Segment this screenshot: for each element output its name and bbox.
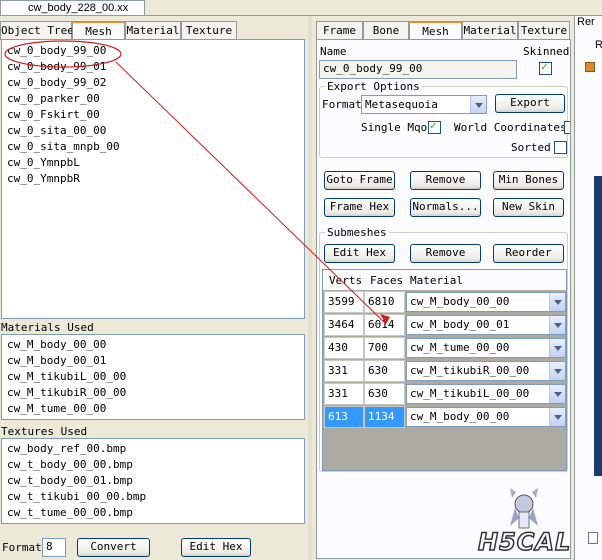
annotation-arrow-line (115, 61, 387, 325)
annotation-overlay (4, 40, 390, 325)
mascot-icon (510, 488, 538, 529)
watermark-text: H5CAL (477, 527, 572, 557)
watermark: H5CAL (477, 488, 573, 558)
annotation-circle (4, 40, 122, 68)
